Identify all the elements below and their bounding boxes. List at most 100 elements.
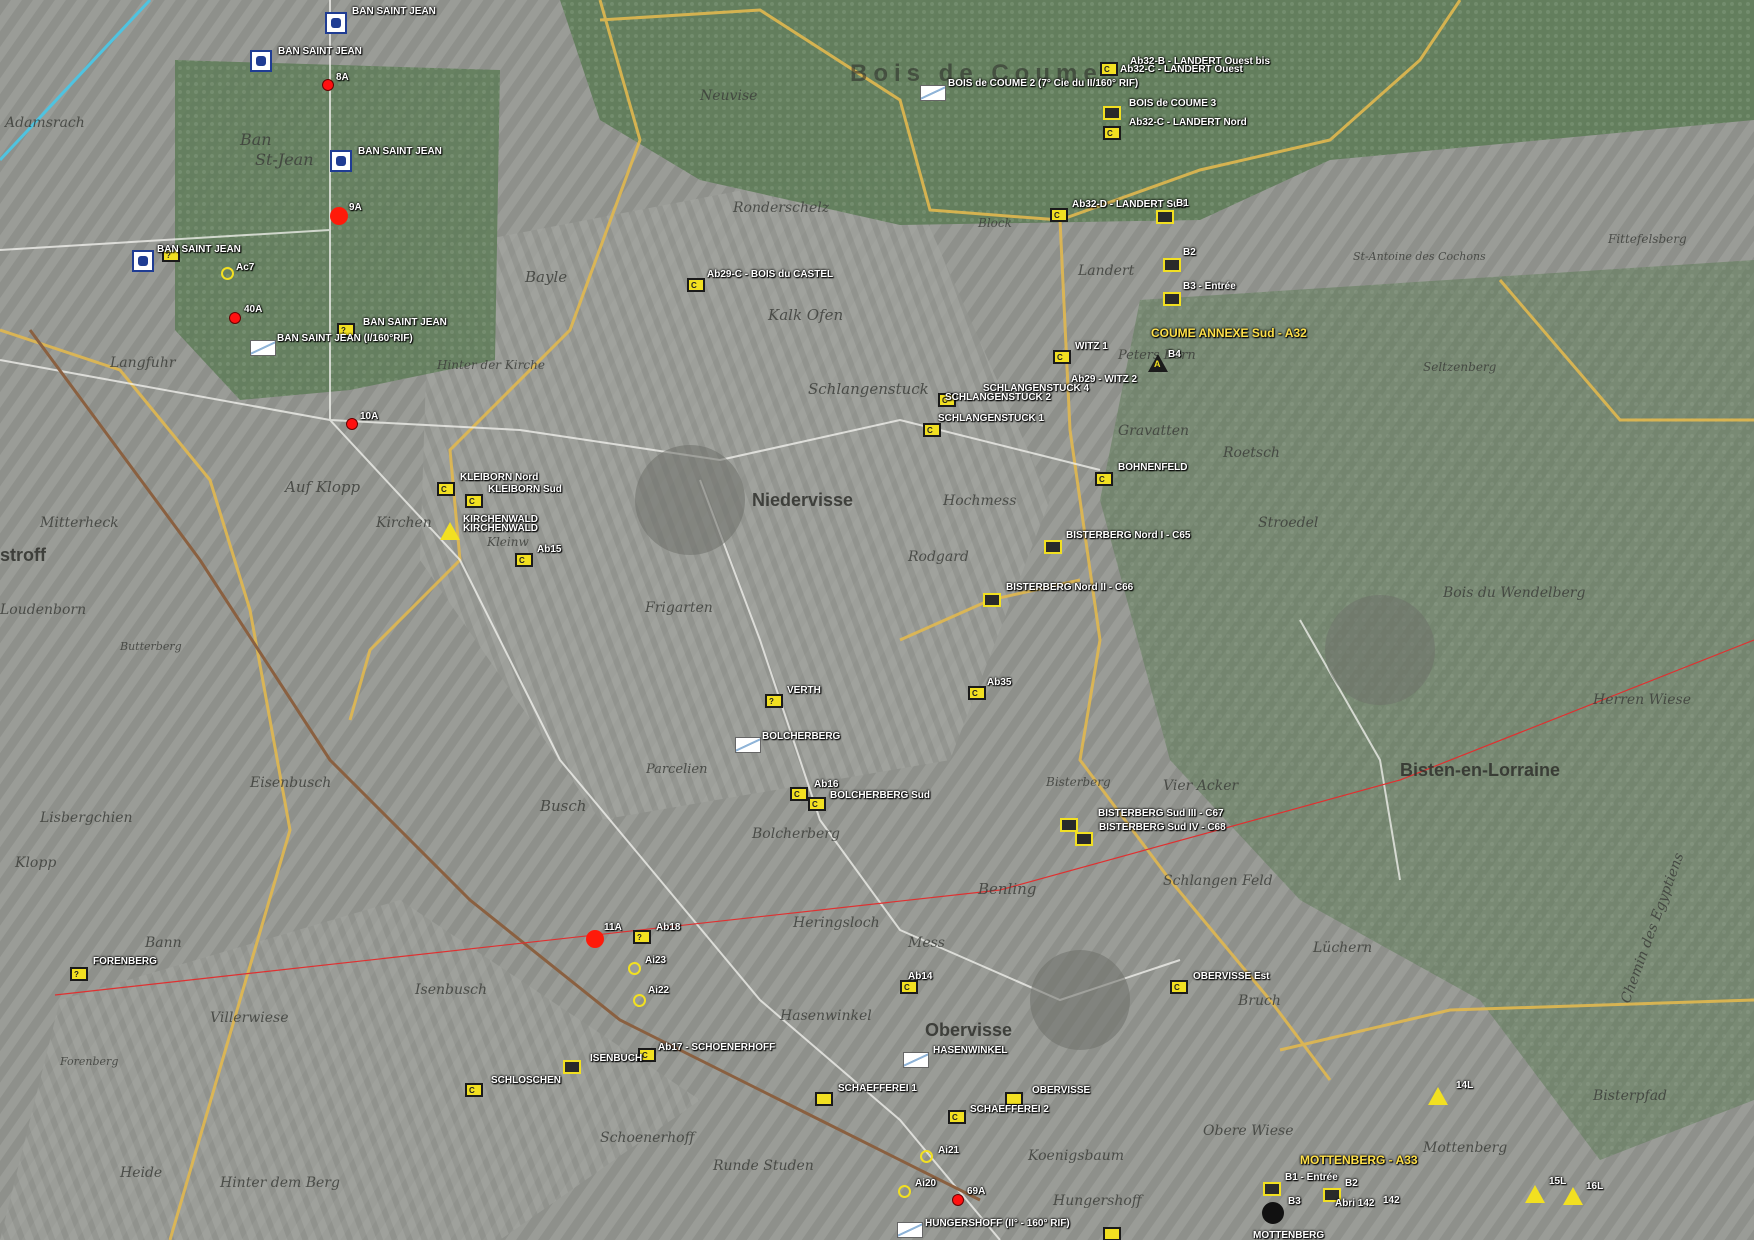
site-label[interactable]: OBERVISSE xyxy=(1032,1085,1090,1096)
bunker-marker[interactable]: C xyxy=(1170,980,1188,994)
site-label[interactable]: Abri 142 xyxy=(1335,1198,1374,1209)
site-label[interactable]: BOLCHERBERG xyxy=(762,731,840,742)
site-label[interactable]: Ab17 - SCHOENERHOFF xyxy=(658,1042,775,1053)
site-label[interactable]: SCHLANGENSTUCK 2 xyxy=(945,392,1051,403)
bunker-marker[interactable]: C xyxy=(465,1083,483,1097)
site-label[interactable]: BOIS de COUME 2 (7° Cie du II/160° RIF) xyxy=(948,78,1138,89)
unit-flag-icon[interactable] xyxy=(897,1222,923,1238)
abri-marker[interactable] xyxy=(920,1150,933,1163)
site-label[interactable]: FORENBERG xyxy=(93,956,157,967)
site-label[interactable]: KLEIBORN Nord xyxy=(460,472,538,483)
site-label[interactable]: KIRCHENWALD xyxy=(463,523,538,534)
site-label[interactable]: SCHAEFFEREI 1 xyxy=(838,1083,917,1094)
site-label[interactable]: BOHNENFELD xyxy=(1118,462,1187,473)
site-label[interactable]: Ab29-C - BOIS du CASTEL xyxy=(707,269,833,280)
blockhouse-marker[interactable] xyxy=(1060,818,1078,832)
site-label[interactable]: Ab35 xyxy=(987,677,1011,688)
casemate-marker[interactable] xyxy=(586,930,604,948)
bunker-marker[interactable]: C xyxy=(687,278,705,292)
bunker-marker[interactable]: C xyxy=(515,553,533,567)
bunker-marker[interactable]: ? xyxy=(70,967,88,981)
site-label[interactable]: WITZ 1 xyxy=(1075,341,1108,352)
infantry-shelter-icon[interactable] xyxy=(1428,1087,1448,1105)
abri-marker[interactable] xyxy=(633,994,646,1007)
bunker-marker[interactable]: C xyxy=(465,494,483,508)
site-label[interactable]: BISTERBERG Nord II - C66 xyxy=(1006,582,1133,593)
observation-point-marker[interactable] xyxy=(346,418,358,430)
unit-flag-icon[interactable] xyxy=(920,85,946,101)
warning-triangle-icon[interactable] xyxy=(440,522,460,540)
observation-point-marker[interactable] xyxy=(952,1194,964,1206)
unit-flag-icon[interactable] xyxy=(903,1052,929,1068)
bunker-marker[interactable]: C xyxy=(923,423,941,437)
bunker-marker[interactable]: C xyxy=(1050,208,1068,222)
ouvrage-title[interactable]: MOTTENBERG - A33 xyxy=(1300,1154,1418,1166)
blockhouse-marker[interactable] xyxy=(563,1060,581,1074)
map-viewport[interactable]: Adamsrach Ban St-Jean Langfuhr Auf Klopp… xyxy=(0,0,1754,1240)
site-label[interactable]: VERTH xyxy=(787,685,821,696)
site-label[interactable]: Ab32-C - LANDERT Ouest xyxy=(1120,64,1243,75)
ouvrage-title[interactable]: COUME ANNEXE Sud - A32 xyxy=(1151,327,1307,339)
site-label[interactable]: BISTERBERG Sud IV - C68 xyxy=(1099,822,1226,833)
site-label[interactable]: ISENBUCH xyxy=(590,1053,642,1064)
bunker-marker[interactable]: C xyxy=(900,980,918,994)
site-label[interactable]: BAN SAINT JEAN xyxy=(352,6,436,17)
site-label[interactable]: KLEIBORN Sud xyxy=(488,484,562,495)
fort-icon[interactable] xyxy=(325,12,347,34)
blockhouse-marker[interactable] xyxy=(1156,210,1174,224)
site-label[interactable]: BOIS de COUME 3 xyxy=(1129,98,1216,109)
site-label[interactable]: SCHLOSCHEN xyxy=(491,1075,561,1086)
fort-icon[interactable] xyxy=(330,150,352,172)
unit-flag-icon[interactable] xyxy=(735,737,761,753)
water-tower-icon[interactable] xyxy=(250,50,272,72)
bunker-marker[interactable]: C xyxy=(1103,126,1121,140)
bunker-marker[interactable]: C xyxy=(1100,62,1118,76)
infantry-shelter-icon[interactable] xyxy=(1525,1185,1545,1203)
site-label[interactable]: Ab15 xyxy=(537,544,561,555)
bunker-marker[interactable] xyxy=(815,1092,833,1106)
site-label[interactable]: Ab32-C - LANDERT Nord xyxy=(1129,117,1247,128)
bunker-marker[interactable]: C xyxy=(790,787,808,801)
site-label[interactable]: Ab18 xyxy=(656,922,680,933)
unit-flag-icon[interactable] xyxy=(250,340,276,356)
abri-marker[interactable] xyxy=(628,962,641,975)
blockhouse-marker[interactable] xyxy=(1263,1182,1281,1196)
site-label[interactable]: BAN SAINT JEAN (I/160°RIF) xyxy=(277,333,413,344)
site-label[interactable]: SCHLANGENSTUCK 1 xyxy=(938,413,1044,424)
blockhouse-marker[interactable] xyxy=(1044,540,1062,554)
infantry-shelter-icon[interactable]: A xyxy=(1148,354,1168,372)
site-label[interactable]: SCHAEFFEREI 2 xyxy=(970,1104,1049,1115)
blockhouse-marker[interactable] xyxy=(1075,832,1093,846)
site-label[interactable]: BAN SAINT JEAN xyxy=(363,317,447,328)
bunker-marker[interactable] xyxy=(1103,1227,1121,1240)
bunker-marker[interactable]: C xyxy=(437,482,455,496)
site-label[interactable]: BISTERBERG Nord I - C65 xyxy=(1066,530,1190,541)
observation-point-marker[interactable] xyxy=(229,312,241,324)
bunker-marker[interactable]: C xyxy=(948,1110,966,1124)
observation-point-marker[interactable] xyxy=(322,79,334,91)
infantry-shelter-icon[interactable] xyxy=(1563,1187,1583,1205)
site-label[interactable]: OBERVISSE Est xyxy=(1193,971,1270,982)
site-label[interactable]: BAN SAINT JEAN xyxy=(157,244,241,255)
blockhouse-marker[interactable] xyxy=(1163,258,1181,272)
site-label[interactable]: Ab14 xyxy=(908,971,932,982)
mine-marker[interactable] xyxy=(1262,1202,1284,1224)
infantry-icon[interactable] xyxy=(132,250,154,272)
blockhouse-marker[interactable] xyxy=(983,593,1001,607)
abri-marker[interactable] xyxy=(898,1185,911,1198)
site-label[interactable]: HUNGERSHOFF (II° - 160° RIF) xyxy=(925,1218,1070,1229)
bunker-marker[interactable]: ? xyxy=(633,930,651,944)
bunker-marker[interactable]: C xyxy=(1095,472,1113,486)
site-label[interactable]: Ab16 xyxy=(814,779,838,790)
site-label[interactable]: BAN SAINT JEAN xyxy=(358,146,442,157)
bunker-marker[interactable]: C xyxy=(1053,350,1071,364)
bunker-marker[interactable]: ? xyxy=(765,694,783,708)
site-label[interactable]: BAN SAINT JEAN xyxy=(278,46,362,57)
site-label[interactable]: MOTTENBERG xyxy=(1253,1230,1324,1240)
bunker-marker[interactable]: C xyxy=(808,797,826,811)
site-label[interactable]: Ab32-D - LANDERT Sud xyxy=(1072,199,1185,210)
site-label[interactable]: HASENWINKEL xyxy=(933,1045,1007,1056)
bunker-marker[interactable]: C xyxy=(968,686,986,700)
site-label[interactable]: BOLCHERBERG Sud xyxy=(830,790,930,801)
abri-marker[interactable] xyxy=(221,267,234,280)
